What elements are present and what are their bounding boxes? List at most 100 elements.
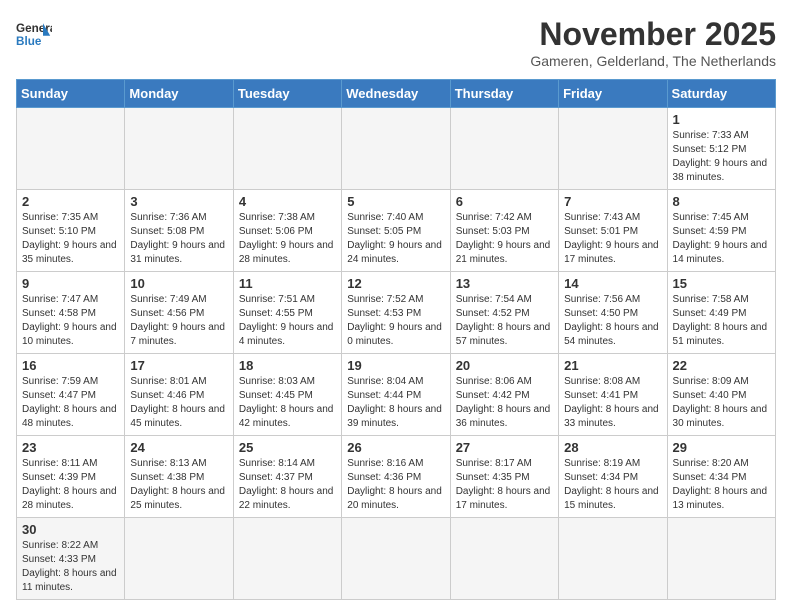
day-number: 7 [564,194,661,209]
header-monday: Monday [125,80,233,108]
page-header: General Blue November 2025 Gameren, Geld… [16,16,776,69]
calendar-cell: 1 Sunrise: 7:33 AM Sunset: 5:12 PM Daylig… [667,108,775,190]
title-block: November 2025 Gameren, Gelderland, The N… [530,16,776,69]
day-number: 25 [239,440,336,455]
day-info: Sunrise: 7:49 AM Sunset: 4:56 PM Dayligh… [130,293,227,349]
day-info: Sunrise: 7:38 AM Sunset: 5:06 PM Dayligh… [239,211,336,267]
calendar-cell: 25 Sunrise: 8:14 AM Sunset: 4:37 PM Dayli… [233,436,341,518]
day-info: Sunrise: 7:51 AM Sunset: 4:55 PM Dayligh… [239,293,336,349]
calendar-cell: 8Sunrise: 7:45 AM Sunset: 4:59 PM Daylig… [667,190,775,272]
day-info: Sunrise: 8:06 AM Sunset: 4:42 PM Dayligh… [456,375,553,431]
day-number: 15 [673,276,770,291]
calendar-cell: 17 Sunrise: 8:01 AM Sunset: 4:46 PM Dayli… [125,354,233,436]
day-info: Sunrise: 7:56 AM Sunset: 4:50 PM Dayligh… [564,293,661,349]
calendar-row: 16 Sunrise: 7:59 AM Sunset: 4:47 PM Dayli… [17,354,776,436]
header-thursday: Thursday [450,80,558,108]
calendar-cell: 29 Sunrise: 8:20 AM Sunset: 4:34 PM Dayli… [667,436,775,518]
calendar-cell-empty [559,518,667,600]
day-info: Sunrise: 8:17 AM Sunset: 4:35 PM Dayligh… [456,457,553,513]
calendar-cell: 23 Sunrise: 8:11 AM Sunset: 4:39 PM Dayli… [17,436,125,518]
day-number: 14 [564,276,661,291]
svg-text:Blue: Blue [16,35,42,48]
day-number: 17 [130,358,227,373]
day-info: Sunrise: 7:42 AM Sunset: 5:03 PM Dayligh… [456,211,553,267]
day-info: Sunrise: 7:33 AM Sunset: 5:12 PM Dayligh… [673,129,770,185]
calendar-cell [559,108,667,190]
calendar-cell: 16 Sunrise: 7:59 AM Sunset: 4:47 PM Dayli… [17,354,125,436]
day-number: 2 [22,194,119,209]
day-number: 8 [673,194,770,209]
month-title: November 2025 [530,16,776,53]
day-number: 3 [130,194,227,209]
header-friday: Friday [559,80,667,108]
calendar-cell: 18 Sunrise: 8:03 AM Sunset: 4:45 PM Dayli… [233,354,341,436]
day-number: 10 [130,276,227,291]
calendar-cell [17,108,125,190]
day-number: 9 [22,276,119,291]
calendar-cell: 28 Sunrise: 8:19 AM Sunset: 4:34 PM Dayli… [559,436,667,518]
day-number: 4 [239,194,336,209]
weekday-header-row: Sunday Monday Tuesday Wednesday Thursday… [17,80,776,108]
day-info: Sunrise: 7:40 AM Sunset: 5:05 PM Dayligh… [347,211,444,267]
day-number: 23 [22,440,119,455]
calendar-cell: 7 Sunrise: 7:43 AM Sunset: 5:01 PM Daylig… [559,190,667,272]
calendar-cell: 3Sunrise: 7:36 AM Sunset: 5:08 PM Daylig… [125,190,233,272]
header-wednesday: Wednesday [342,80,450,108]
day-info: Sunrise: 8:22 AM Sunset: 4:33 PM Dayligh… [22,539,119,595]
day-info: Sunrise: 8:14 AM Sunset: 4:37 PM Dayligh… [239,457,336,513]
day-number: 21 [564,358,661,373]
calendar-cell-empty [667,518,775,600]
calendar-cell: 6 Sunrise: 7:42 AM Sunset: 5:03 PM Daylig… [450,190,558,272]
calendar-cell: 26 Sunrise: 8:16 AM Sunset: 4:36 PM Dayli… [342,436,450,518]
day-number: 1 [673,112,770,127]
day-info: Sunrise: 7:43 AM Sunset: 5:01 PM Dayligh… [564,211,661,267]
day-number: 24 [130,440,227,455]
calendar-row: 30 Sunrise: 8:22 AM Sunset: 4:33 PM Dayli… [17,518,776,600]
day-info: Sunrise: 8:20 AM Sunset: 4:34 PM Dayligh… [673,457,770,513]
calendar-row: 2Sunrise: 7:35 AM Sunset: 5:10 PM Daylig… [17,190,776,272]
calendar-cell-empty [450,518,558,600]
day-info: Sunrise: 8:04 AM Sunset: 4:44 PM Dayligh… [347,375,444,431]
calendar-cell: 27Sunrise: 8:17 AM Sunset: 4:35 PM Dayli… [450,436,558,518]
day-number: 22 [673,358,770,373]
calendar-cell: 11Sunrise: 7:51 AM Sunset: 4:55 PM Dayli… [233,272,341,354]
day-number: 26 [347,440,444,455]
day-info: Sunrise: 8:11 AM Sunset: 4:39 PM Dayligh… [22,457,119,513]
day-number: 5 [347,194,444,209]
day-number: 28 [564,440,661,455]
day-number: 16 [22,358,119,373]
calendar-cell-empty [233,518,341,600]
day-info: Sunrise: 8:19 AM Sunset: 4:34 PM Dayligh… [564,457,661,513]
calendar-cell [450,108,558,190]
calendar-cell: 2Sunrise: 7:35 AM Sunset: 5:10 PM Daylig… [17,190,125,272]
day-number: 18 [239,358,336,373]
location: Gameren, Gelderland, The Netherlands [530,53,776,69]
day-info: Sunrise: 8:13 AM Sunset: 4:38 PM Dayligh… [130,457,227,513]
day-number: 19 [347,358,444,373]
calendar-cell: 19 Sunrise: 8:04 AM Sunset: 4:44 PM Dayli… [342,354,450,436]
day-info: Sunrise: 8:01 AM Sunset: 4:46 PM Dayligh… [130,375,227,431]
calendar-cell [233,108,341,190]
calendar-cell: 4 Sunrise: 7:38 AM Sunset: 5:06 PM Daylig… [233,190,341,272]
calendar-cell: 24 Sunrise: 8:13 AM Sunset: 4:38 PM Dayli… [125,436,233,518]
calendar-cell: 14 Sunrise: 7:56 AM Sunset: 4:50 PM Dayli… [559,272,667,354]
day-number: 6 [456,194,553,209]
day-number: 29 [673,440,770,455]
calendar-cell: 21Sunrise: 8:08 AM Sunset: 4:41 PM Dayli… [559,354,667,436]
header-tuesday: Tuesday [233,80,341,108]
calendar-cell: 9Sunrise: 7:47 AM Sunset: 4:58 PM Daylig… [17,272,125,354]
day-number: 20 [456,358,553,373]
calendar-cell [125,108,233,190]
logo: General Blue [16,16,52,52]
calendar-cell: 10 Sunrise: 7:49 AM Sunset: 4:56 PM Dayli… [125,272,233,354]
calendar-cell: 13Sunrise: 7:54 AM Sunset: 4:52 PM Dayli… [450,272,558,354]
day-info: Sunrise: 7:58 AM Sunset: 4:49 PM Dayligh… [673,293,770,349]
calendar-row: 1 Sunrise: 7:33 AM Sunset: 5:12 PM Daylig… [17,108,776,190]
calendar-cell: 22 Sunrise: 8:09 AM Sunset: 4:40 PM Dayli… [667,354,775,436]
day-info: Sunrise: 8:16 AM Sunset: 4:36 PM Dayligh… [347,457,444,513]
day-info: Sunrise: 8:09 AM Sunset: 4:40 PM Dayligh… [673,375,770,431]
day-number: 30 [22,522,119,537]
day-info: Sunrise: 7:59 AM Sunset: 4:47 PM Dayligh… [22,375,119,431]
calendar-cell: 12Sunrise: 7:52 AM Sunset: 4:53 PM Dayli… [342,272,450,354]
day-info: Sunrise: 8:03 AM Sunset: 4:45 PM Dayligh… [239,375,336,431]
